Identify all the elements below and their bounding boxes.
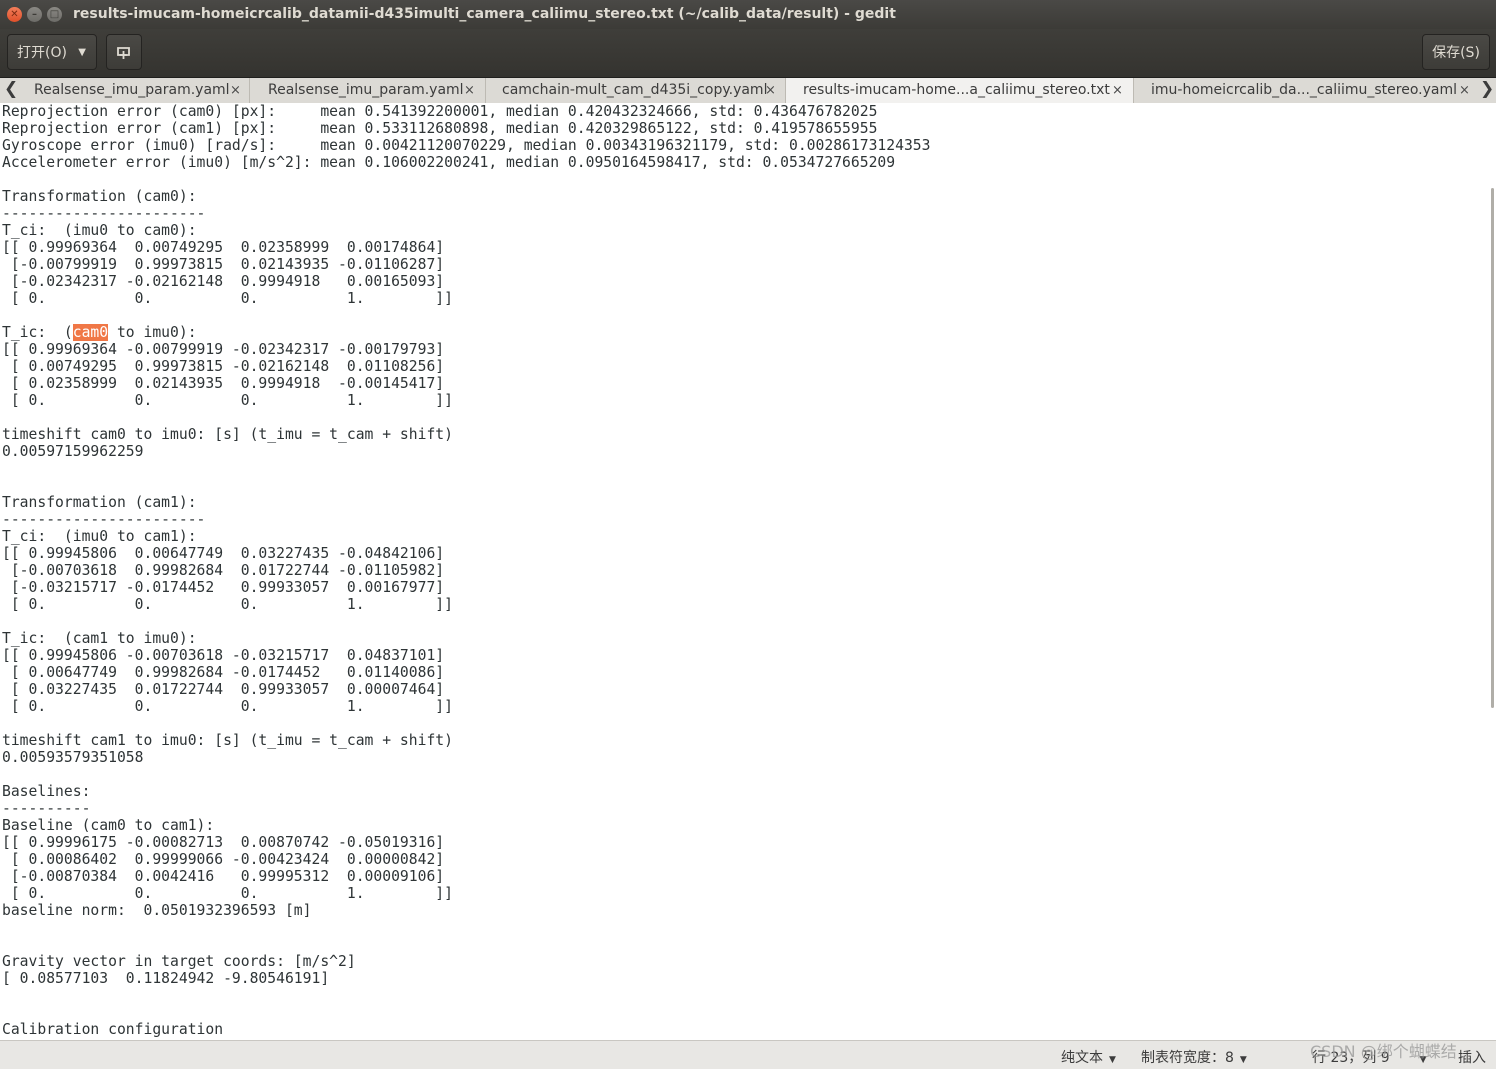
tab-close-icon[interactable]: × (1459, 78, 1470, 103)
window-title: results-imucam-homeicrcalib_datamii-d435… (73, 6, 896, 22)
editor-line[interactable]: ---------- (2, 800, 1496, 817)
editor-line[interactable]: [ 0. 0. 0. 1. ]] (2, 290, 1496, 307)
editor-line[interactable]: Baseline (cam0 to cam1): (2, 817, 1496, 834)
editor-line[interactable]: ----------------------- (2, 511, 1496, 528)
tab-realsense-imu-param-1[interactable]: Realsense_imu_param.yaml × (18, 78, 250, 103)
editor-line[interactable]: [ 0. 0. 0. 1. ]] (2, 596, 1496, 613)
header-bar: 打开(O) ▼ 保存(S) (0, 29, 1496, 78)
watermark: CSDN @绑个蝴蝶结 (1310, 1042, 1457, 1061)
editor-line[interactable]: Gravity vector in target coords: [m/s^2] (2, 953, 1496, 970)
editor-line[interactable] (2, 715, 1496, 732)
editor-line[interactable]: [ 0.00647749 0.99982684 -0.0174452 0.011… (2, 664, 1496, 681)
chevron-down-icon: ▼ (78, 47, 86, 58)
minimize-window-icon[interactable]: – (27, 7, 42, 22)
editor-line[interactable]: [ 0. 0. 0. 1. ]] (2, 885, 1496, 902)
new-document-button[interactable] (106, 34, 142, 70)
editor-line[interactable]: [-0.03215717 -0.0174452 0.99933057 0.001… (2, 579, 1496, 596)
editor-line[interactable]: baseline norm: 0.0501932396593 [m] (2, 902, 1496, 919)
tab-width-selector[interactable]: 制表符宽度：8 ▼ (1141, 1047, 1247, 1067)
editor-line[interactable]: [ 0.00749295 0.99973815 -0.02162148 0.01… (2, 358, 1496, 375)
tab-close-icon[interactable]: × (1112, 78, 1123, 103)
editor-line[interactable]: [-0.00799919 0.99973815 0.02143935 -0.01… (2, 256, 1496, 273)
tab-scroll-left-icon[interactable]: ❮ (4, 79, 18, 99)
editor-text-area[interactable]: Reprojection error (cam0) [px]: mean 0.5… (0, 103, 1496, 1038)
new-document-icon (117, 47, 130, 59)
editor-line[interactable] (2, 766, 1496, 783)
open-button-label: 打开(O) (17, 45, 67, 61)
search-match-highlight: cam0 (72, 324, 109, 341)
editor-line[interactable]: [[ 0.99969364 -0.00799919 -0.02342317 -0… (2, 341, 1496, 358)
editor-line[interactable]: Reprojection error (cam0) [px]: mean 0.5… (2, 103, 1496, 120)
tab-close-icon[interactable]: × (464, 78, 475, 103)
editor-line[interactable]: [[ 0.99996175 -0.00082713 0.00870742 -0.… (2, 834, 1496, 851)
editor-line[interactable]: Baselines: (2, 783, 1496, 800)
editor-line[interactable]: [[ 0.99969364 0.00749295 0.02358999 0.00… (2, 239, 1496, 256)
editor-line[interactable]: Transformation (cam0): (2, 188, 1496, 205)
chevron-down-icon: ▼ (1109, 1055, 1116, 1065)
editor-line[interactable]: T_ci: (imu0 to cam1): (2, 528, 1496, 545)
editor-line[interactable]: T_ci: (imu0 to cam0): (2, 222, 1496, 239)
editor-line[interactable]: 0.00593579351058 (2, 749, 1496, 766)
chevron-down-icon: ▼ (1239, 1055, 1247, 1065)
status-bar: 纯文本 ▼ 制表符宽度：8 ▼ 行 23，列 9 ▼ 插入 (0, 1040, 1496, 1069)
editor-line[interactable] (2, 409, 1496, 426)
language-label: 纯文本 (1061, 1050, 1103, 1066)
editor-line[interactable]: Reprojection error (cam1) [px]: mean 0.5… (2, 120, 1496, 137)
editor-line[interactable] (2, 613, 1496, 630)
editor-line[interactable]: [ 0. 0. 0. 1. ]] (2, 392, 1496, 409)
tab-scroll-right-icon[interactable]: ❯ (1480, 79, 1494, 99)
insert-mode-label: 插入 (1458, 1050, 1486, 1066)
editor-line[interactable]: 0.00597159962259 (2, 443, 1496, 460)
tab-label: camchain-mult_cam_d435i_copy.yaml (502, 82, 768, 98)
tab-label: imu-homeicrcalib_da..._caliimu_stereo.ya… (1151, 82, 1458, 98)
tab-bar: ❮ Realsense_imu_param.yaml × Realsense_i… (0, 78, 1496, 104)
editor-line[interactable]: [ 0.02358999 0.02143935 0.9994918 -0.001… (2, 375, 1496, 392)
editor-line[interactable] (2, 460, 1496, 477)
tab-label: results-imucam-home...a_caliimu_stereo.t… (803, 82, 1110, 98)
window-titlebar: ✕ – □ results-imucam-homeicrcalib_datami… (0, 0, 1496, 29)
editor-line[interactable]: T_ic: (cam0 to imu0): (2, 324, 1496, 341)
editor-line[interactable]: [ 0.00086402 0.99999066 -0.00423424 0.00… (2, 851, 1496, 868)
editor-line[interactable] (2, 307, 1496, 324)
editor-line[interactable] (2, 477, 1496, 494)
editor-line[interactable] (2, 171, 1496, 188)
editor-line[interactable]: Calibration configuration (2, 1021, 1496, 1038)
editor-line[interactable] (2, 936, 1496, 953)
tab-close-icon[interactable]: × (765, 78, 776, 103)
editor-line[interactable]: Gyroscope error (imu0) [rad/s]: mean 0.0… (2, 137, 1496, 154)
editor-line[interactable]: timeshift cam1 to imu0: [s] (t_imu = t_c… (2, 732, 1496, 749)
editor-line[interactable]: [-0.02342317 -0.02162148 0.9994918 0.001… (2, 273, 1496, 290)
tab-label: Realsense_imu_param.yaml (34, 82, 230, 98)
tab-imu-homeicrcalib[interactable]: imu-homeicrcalib_da..._caliimu_stereo.ya… (1134, 78, 1476, 103)
tab-camchain[interactable]: camchain-mult_cam_d435i_copy.yaml × (486, 78, 786, 103)
language-selector[interactable]: 纯文本 ▼ (1061, 1047, 1116, 1067)
save-button[interactable]: 保存(S) (1422, 34, 1490, 70)
editor-line[interactable]: timeshift cam0 to imu0: [s] (t_imu = t_c… (2, 426, 1496, 443)
editor-line[interactable]: Accelerometer error (imu0) [m/s^2]: mean… (2, 154, 1496, 171)
editor-line[interactable] (2, 987, 1496, 1004)
editor-line[interactable]: ----------------------- (2, 205, 1496, 222)
text-editor[interactable]: Reprojection error (cam0) [px]: mean 0.5… (0, 103, 1496, 1040)
editor-line[interactable]: [ 0.08577103 0.11824942 -9.80546191] (2, 970, 1496, 987)
tab-width-label: 制表符宽度：8 (1141, 1050, 1234, 1066)
open-button[interactable]: 打开(O) ▼ (7, 34, 97, 70)
maximize-window-icon[interactable]: □ (47, 7, 62, 22)
tab-results-imucam[interactable]: results-imucam-home...a_caliimu_stereo.t… (786, 78, 1134, 103)
editor-line[interactable]: [[ 0.99945806 -0.00703618 -0.03215717 0.… (2, 647, 1496, 664)
editor-line[interactable]: [ 0. 0. 0. 1. ]] (2, 698, 1496, 715)
editor-line[interactable]: [-0.00870384 0.0042416 0.99995312 0.0000… (2, 868, 1496, 885)
editor-line[interactable]: Transformation (cam1): (2, 494, 1496, 511)
tab-label: Realsense_imu_param.yaml (268, 82, 464, 98)
editor-line[interactable]: [-0.00703618 0.99982684 0.01722744 -0.01… (2, 562, 1496, 579)
tab-close-icon[interactable]: × (230, 78, 241, 103)
editor-line[interactable] (2, 919, 1496, 936)
editor-line[interactable]: [[ 0.99945806 0.00647749 0.03227435 -0.0… (2, 545, 1496, 562)
editor-line[interactable]: [ 0.03227435 0.01722744 0.99933057 0.000… (2, 681, 1496, 698)
tab-realsense-imu-param-2[interactable]: Realsense_imu_param.yaml × (250, 78, 486, 103)
editor-line[interactable] (2, 1004, 1496, 1021)
vertical-scrollbar[interactable] (1491, 188, 1494, 708)
editor-line[interactable]: T_ic: (cam1 to imu0): (2, 630, 1496, 647)
close-window-icon[interactable]: ✕ (7, 7, 22, 22)
